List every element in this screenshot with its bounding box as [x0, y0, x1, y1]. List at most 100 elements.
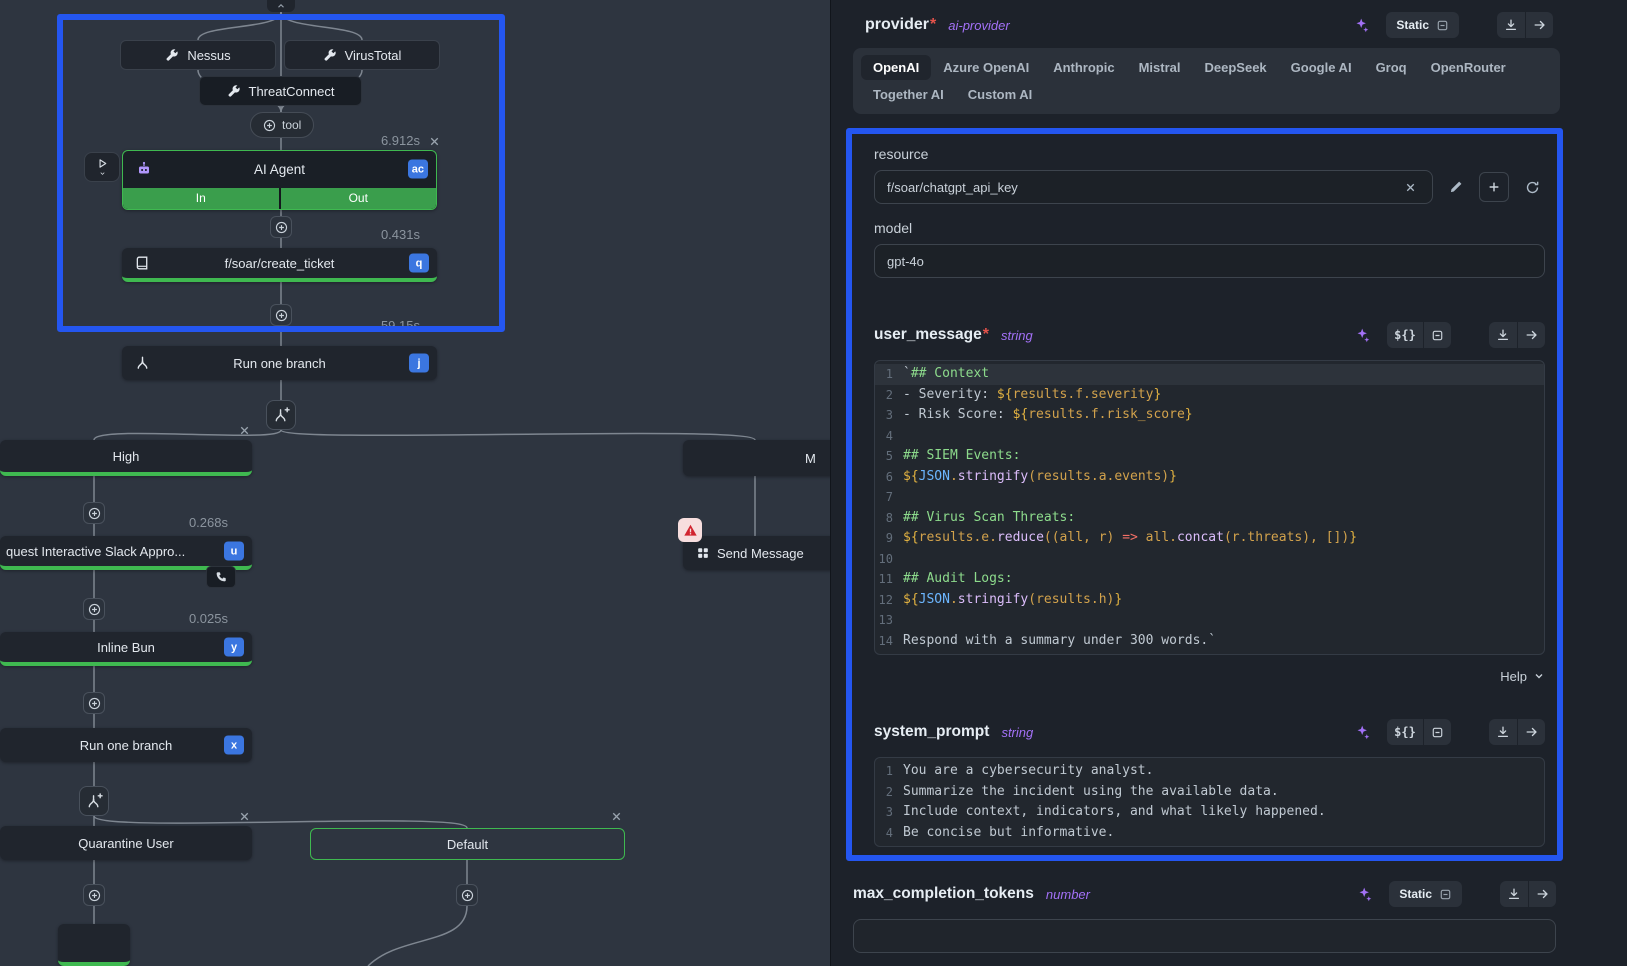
code-line[interactable]: 9${results.e.reduce((all, r) => all.conc… — [875, 528, 1544, 549]
tool-node-threatconnect[interactable]: ThreatConnect — [199, 76, 362, 106]
pull-input-button[interactable] — [1497, 12, 1525, 38]
max-tokens-input[interactable] — [853, 919, 1556, 953]
partial-node-bottom[interactable] — [58, 924, 130, 966]
refresh-resources-button[interactable] — [1519, 174, 1545, 200]
goto-output-button[interactable] — [1517, 322, 1545, 348]
branch-split-button[interactable] — [79, 786, 109, 816]
node-label: Inline Bun — [0, 640, 252, 655]
provider-tab-mistral[interactable]: Mistral — [1127, 55, 1193, 80]
pull-input-button[interactable] — [1500, 881, 1528, 907]
quarantine-user-node[interactable]: Quarantine User — [0, 826, 252, 860]
expand-editor-button[interactable] — [1423, 322, 1451, 348]
send-message-node[interactable]: Send Message — [683, 536, 830, 570]
run-one-branch-node-2[interactable]: Run one branch x — [0, 728, 252, 762]
slack-approval-node[interactable]: quest Interactive Slack Appro... u — [0, 536, 252, 570]
code-line[interactable]: 12${JSON.stringify(results.h)} — [875, 590, 1544, 611]
chevron-down-icon — [98, 170, 107, 177]
add-step-button[interactable] — [270, 304, 292, 326]
goto-output-button[interactable] — [1525, 12, 1553, 38]
resource-label: resource — [874, 146, 1545, 162]
code-line[interactable]: 10 — [875, 549, 1544, 570]
add-step-button[interactable] — [83, 502, 105, 524]
static-mode-button[interactable]: Static — [1386, 12, 1459, 38]
editor-help[interactable]: Help — [874, 663, 1545, 689]
add-step-button[interactable] — [270, 216, 292, 238]
node-badge: u — [224, 542, 244, 561]
code-line[interactable]: 4Be concise but informative. — [875, 823, 1544, 844]
provider-tab-deepseek[interactable]: DeepSeek — [1193, 55, 1279, 80]
system-prompt-editor[interactable]: 1You are a cybersecurity analyst.2Summar… — [874, 757, 1545, 847]
high-branch-node[interactable]: High — [0, 440, 252, 476]
goto-output-button[interactable] — [1528, 881, 1556, 907]
code-line[interactable]: 4 — [875, 426, 1544, 447]
expression-wand-button[interactable] — [1347, 322, 1377, 348]
node-label: f/soar/create_ticket — [122, 256, 437, 271]
code-line[interactable]: 2- Severity: ${results.f.severity} — [875, 385, 1544, 406]
code-line[interactable]: 3Include context, indicators, and what l… — [875, 802, 1544, 823]
code-line[interactable]: 3- Risk Score: ${results.f.risk_score} — [875, 405, 1544, 426]
add-step-button[interactable] — [83, 692, 105, 714]
goto-output-button[interactable] — [1517, 719, 1545, 745]
expression-mode-button[interactable]: ${} — [1387, 322, 1423, 348]
code-line[interactable]: 14Respond with a summary under 300 words… — [875, 631, 1544, 652]
wand-icon — [1356, 886, 1372, 902]
close-icon[interactable] — [236, 808, 252, 824]
code-line[interactable]: 5## SIEM Events: — [875, 446, 1544, 467]
create-ticket-node[interactable]: f/soar/create_ticket q — [122, 248, 437, 282]
code-line[interactable]: 1You are a cybersecurity analyst. — [875, 761, 1544, 782]
workflow-canvas[interactable]: Nessus VirusTotal ThreatConnect tool 6.9… — [0, 0, 830, 966]
provider-tab-openrouter[interactable]: OpenRouter — [1419, 55, 1518, 80]
ai-agent-node[interactable]: AI Agent ac In Out — [122, 150, 437, 210]
expression-wand-button[interactable] — [1346, 12, 1376, 38]
provider-tab-together-ai[interactable]: Together AI — [861, 82, 956, 107]
pull-input-button[interactable] — [1489, 719, 1517, 745]
close-icon[interactable] — [426, 133, 442, 149]
expand-editor-button[interactable] — [1423, 719, 1451, 745]
provider-tab-google-ai[interactable]: Google AI — [1279, 55, 1364, 80]
tool-node-nessus[interactable]: Nessus — [120, 40, 276, 70]
provider-tab-openai[interactable]: OpenAI — [861, 55, 931, 80]
agent-in-handle[interactable]: In — [123, 188, 279, 209]
add-resource-button[interactable] — [1479, 172, 1509, 202]
inline-bun-node[interactable]: Inline Bun y — [0, 632, 252, 666]
expression-wand-button[interactable] — [1349, 881, 1379, 907]
phone-handle[interactable] — [206, 566, 236, 588]
edit-resource-button[interactable] — [1443, 174, 1469, 200]
tool-node-virustotal[interactable]: VirusTotal — [284, 40, 440, 70]
run-node-button[interactable] — [84, 152, 120, 182]
provider-tab-custom-ai[interactable]: Custom AI — [956, 82, 1045, 107]
default-branch-node[interactable]: Default — [310, 828, 625, 860]
run-one-branch-node[interactable]: Run one branch j — [122, 346, 437, 380]
add-step-button[interactable] — [456, 884, 478, 906]
provider-tab-anthropic[interactable]: Anthropic — [1041, 55, 1126, 80]
code-line[interactable]: 2Summarize the incident using the availa… — [875, 782, 1544, 803]
clear-icon[interactable] — [1400, 174, 1420, 200]
code-line[interactable]: 13 — [875, 610, 1544, 631]
code-line[interactable]: 6${JSON.stringify(results.a.events)} — [875, 467, 1544, 488]
provider-tab-groq[interactable]: Groq — [1364, 55, 1419, 80]
plus-circle-icon — [275, 309, 288, 322]
resource-input[interactable]: f/soar/chatgpt_api_key — [874, 170, 1433, 204]
close-icon[interactable] — [608, 808, 624, 824]
add-step-button[interactable] — [83, 884, 105, 906]
collapsed-node-stub[interactable] — [267, 0, 295, 12]
agent-out-handle[interactable]: Out — [281, 188, 437, 209]
message-node-partial[interactable]: M — [683, 440, 830, 476]
model-label: model — [874, 220, 1545, 236]
user-message-header: user_message* string ${} — [874, 320, 1545, 350]
static-mode-button[interactable]: Static — [1389, 881, 1462, 907]
tool-handle[interactable]: tool — [250, 112, 314, 138]
pull-input-button[interactable] — [1489, 322, 1517, 348]
code-line[interactable]: 8## Virus Scan Threats: — [875, 508, 1544, 529]
expression-wand-button[interactable] — [1347, 719, 1377, 745]
provider-tab-azure-openai[interactable]: Azure OpenAI — [931, 55, 1041, 80]
branch-split-button[interactable] — [266, 400, 296, 430]
add-step-button[interactable] — [83, 598, 105, 620]
code-line[interactable]: 1`## Context — [875, 364, 1544, 385]
close-icon[interactable] — [236, 422, 252, 438]
model-input[interactable]: gpt-4o — [874, 244, 1545, 278]
expression-mode-button[interactable]: ${} — [1387, 719, 1423, 745]
user-message-editor[interactable]: 1`## Context2- Severity: ${results.f.sev… — [874, 360, 1545, 655]
code-line[interactable]: 7 — [875, 487, 1544, 508]
code-line[interactable]: 11## Audit Logs: — [875, 569, 1544, 590]
